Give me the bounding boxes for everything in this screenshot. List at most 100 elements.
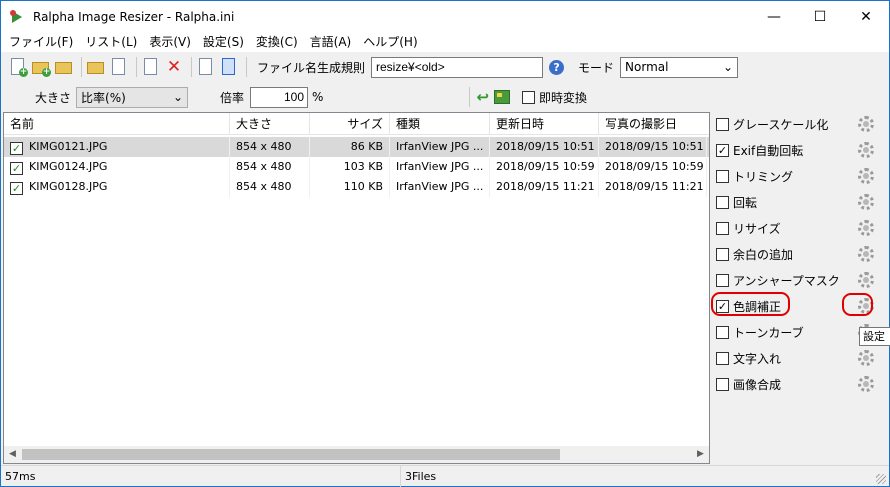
filename-rule-input[interactable] [371, 56, 544, 78]
option-grayscale-checkbox[interactable] [716, 117, 729, 131]
close-button[interactable]: ✕ [843, 1, 889, 32]
gear-icon[interactable] [858, 220, 874, 236]
option-tone-curve-checkbox[interactable] [716, 325, 729, 339]
gear-icon[interactable] [858, 350, 874, 366]
file-type: IrfanView JPG ... [390, 137, 490, 157]
filter-panel: グレースケール化 ✓ Exif自動回転 トリミング 回転 リサイズ 余白の追加 [713, 112, 889, 464]
horizontal-scrollbar[interactable]: ◀ ▶ [4, 446, 709, 463]
file-name: KIMG0124.JPG [29, 160, 108, 173]
gear-icon[interactable] [858, 142, 874, 158]
gear-icon[interactable] [858, 116, 874, 132]
option-add-margin[interactable]: 余白の追加 [716, 244, 888, 264]
undo-arrow-icon[interactable]: ↩ [476, 88, 489, 106]
menu-list[interactable]: リスト(L) [79, 32, 143, 52]
remove-file-button[interactable] [141, 57, 161, 77]
file-taken: 2018/09/15 10:51 [599, 137, 707, 157]
option-resize-checkbox[interactable] [716, 221, 729, 235]
option-resize[interactable]: リサイズ [716, 218, 888, 238]
minimize-button[interactable]: — [751, 1, 797, 32]
menu-settings[interactable]: 設定(S) [197, 32, 250, 52]
file-modified: 2018/09/15 10:59 [490, 157, 599, 177]
file-dimensions: 854 x 480 [230, 177, 310, 197]
row-checkbox[interactable]: ✓ [10, 162, 23, 175]
row-checkbox[interactable]: ✓ [10, 182, 23, 195]
add-folder-button[interactable]: + [31, 57, 51, 77]
resize-grip-icon[interactable] [876, 474, 886, 484]
option-unsharp-mask-checkbox[interactable] [716, 273, 729, 287]
row-checkbox[interactable]: ✓ [10, 142, 23, 155]
scroll-thumb[interactable] [22, 449, 560, 460]
option-image-composite[interactable]: 画像合成 [716, 374, 888, 394]
option-exif-rotate-checkbox[interactable]: ✓ [716, 143, 729, 157]
option-trimming-checkbox[interactable] [716, 169, 729, 183]
menu-convert[interactable]: 変換(C) [250, 32, 304, 52]
option-label: 文字入れ [733, 351, 782, 366]
status-elapsed: 57ms [1, 465, 401, 487]
add-file-button[interactable]: + [8, 57, 28, 77]
help-icon[interactable]: ? [549, 59, 565, 75]
size-mode-select[interactable]: 比率(%) ⌄ [76, 86, 189, 108]
folders-icon [55, 62, 72, 74]
option-grayscale[interactable]: グレースケール化 [716, 114, 888, 134]
column-taken[interactable]: 写真の撮影日 [599, 113, 707, 135]
option-label: 回転 [733, 195, 758, 210]
size-label: 大きさ [35, 90, 72, 105]
scroll-left-icon[interactable]: ◀ [4, 446, 21, 463]
maximize-button[interactable]: ☐ [797, 1, 843, 32]
open-list-button[interactable] [86, 57, 106, 77]
option-unsharp-mask[interactable]: アンシャープマスク [716, 270, 888, 290]
gear-icon[interactable] [858, 272, 874, 288]
menu-language[interactable]: 言語(A) [304, 32, 358, 52]
gear-icon[interactable] [858, 246, 874, 262]
table-row[interactable]: ✓ KIMG0124.JPG 854 x 480 103 KB IrfanView… [4, 157, 709, 177]
window-title: Ralpha Image Resizer - Ralpha.ini [33, 9, 235, 24]
option-exif-rotate[interactable]: ✓ Exif自動回転 [716, 140, 888, 160]
column-name[interactable]: 名前 [4, 113, 230, 135]
file-size: 110 KB [310, 177, 390, 197]
option-rotate-checkbox[interactable] [716, 195, 729, 209]
menu-view[interactable]: 表示(V) [143, 32, 197, 52]
column-size[interactable]: サイズ [310, 113, 390, 135]
file-modified: 2018/09/15 11:21 [490, 177, 599, 197]
table-row[interactable]: ✓ KIMG0121.JPG 854 x 480 86 KB IrfanView … [4, 137, 709, 157]
highlight-settings-gear [842, 293, 873, 316]
option-text-insert[interactable]: 文字入れ [716, 348, 888, 368]
option-label: 画像合成 [733, 377, 782, 392]
ratio-input[interactable] [250, 86, 309, 108]
gear-icon[interactable] [858, 168, 874, 184]
instant-convert-checkbox[interactable]: 即時変換 [522, 89, 587, 106]
open-folder-icon [87, 62, 104, 74]
option-label: リサイズ [733, 221, 781, 236]
ratio-label: 倍率 [220, 90, 245, 105]
column-modified[interactable]: 更新日時 [490, 113, 599, 135]
clear-list-button[interactable]: ✕ [164, 57, 184, 77]
column-type[interactable]: 種類 [390, 113, 490, 135]
option-text-insert-checkbox[interactable] [716, 351, 729, 365]
gear-icon[interactable] [858, 194, 874, 210]
mode-select[interactable]: Normal ⌄ [620, 56, 739, 78]
file-size: 86 KB [310, 137, 390, 157]
file-taken: 2018/09/15 10:59 [599, 157, 707, 177]
option-trimming[interactable]: トリミング [716, 166, 888, 186]
title-bar: Ralpha Image Resizer - Ralpha.ini — ☐ ✕ [1, 1, 889, 32]
file-modified: 2018/09/15 10:51 [490, 137, 599, 157]
convert-button[interactable] [196, 57, 216, 77]
table-row[interactable]: ✓ KIMG0128.JPG 854 x 480 110 KB IrfanView… [4, 177, 709, 197]
instant-convert-box[interactable] [522, 90, 536, 104]
save-list-button[interactable] [109, 57, 129, 77]
preview-image-icon[interactable] [494, 90, 511, 104]
menu-help[interactable]: ヘルプ(H) [357, 32, 423, 52]
list-header: 名前 大きさ サイズ 種類 更新日時 写真の撮影日 [4, 113, 709, 135]
menu-file[interactable]: ファイル(F) [3, 32, 79, 52]
column-dimensions[interactable]: 大きさ [230, 113, 310, 135]
file-list[interactable]: 名前 大きさ サイズ 種類 更新日時 写真の撮影日 ✓ KIMG0121.JPG … [3, 112, 710, 464]
option-image-composite-checkbox[interactable] [716, 377, 729, 391]
file-dimensions: 854 x 480 [230, 137, 310, 157]
scroll-right-icon[interactable]: ▶ [692, 446, 709, 463]
fit-button[interactable] [219, 57, 239, 77]
add-folder-recursive-button[interactable] [54, 57, 74, 77]
option-rotate[interactable]: 回転 [716, 192, 888, 212]
gear-icon[interactable] [858, 376, 874, 392]
option-add-margin-checkbox[interactable] [716, 247, 729, 261]
option-label: Exif自動回転 [733, 143, 804, 158]
